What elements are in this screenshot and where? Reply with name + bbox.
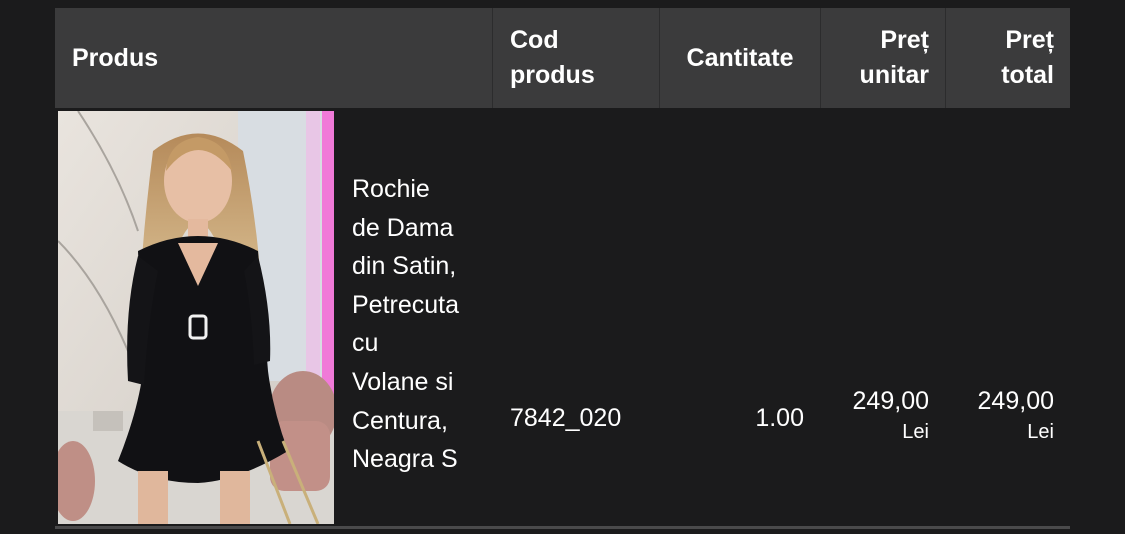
total-price-value: 249,00 (977, 387, 1054, 415)
product-code: 7842_020 (510, 404, 622, 432)
product-name[interactable]: Rochie de Dama din Satin, Petrecuta cu V… (352, 170, 492, 479)
total-price: 249,00 Lei (940, 386, 1054, 445)
product-photo-graphic (58, 111, 334, 524)
unit-price-currency: Lei (902, 421, 929, 443)
order-items-table: Produs Cod produs Cantitate Preț unitar … (55, 8, 1070, 526)
unit-price-value: 249,00 (852, 387, 929, 415)
header-unit-price: Preț unitar (821, 8, 946, 108)
header-product-code: Cod produs (493, 8, 660, 108)
table-bottom-divider (55, 526, 1070, 529)
table-header: Produs Cod produs Cantitate Preț unitar … (55, 8, 1070, 108)
product-quantity: 1.00 (755, 404, 804, 432)
header-quantity: Cantitate (660, 8, 821, 108)
header-total-price: Preț total (1001, 26, 1054, 89)
product-image[interactable] (58, 111, 334, 524)
table-row: Rochie de Dama din Satin, Petrecuta cu V… (55, 108, 1070, 526)
unit-price: 249,00 Lei (815, 386, 929, 445)
header-product: Produs (55, 8, 493, 108)
total-price-currency: Lei (1027, 421, 1054, 443)
